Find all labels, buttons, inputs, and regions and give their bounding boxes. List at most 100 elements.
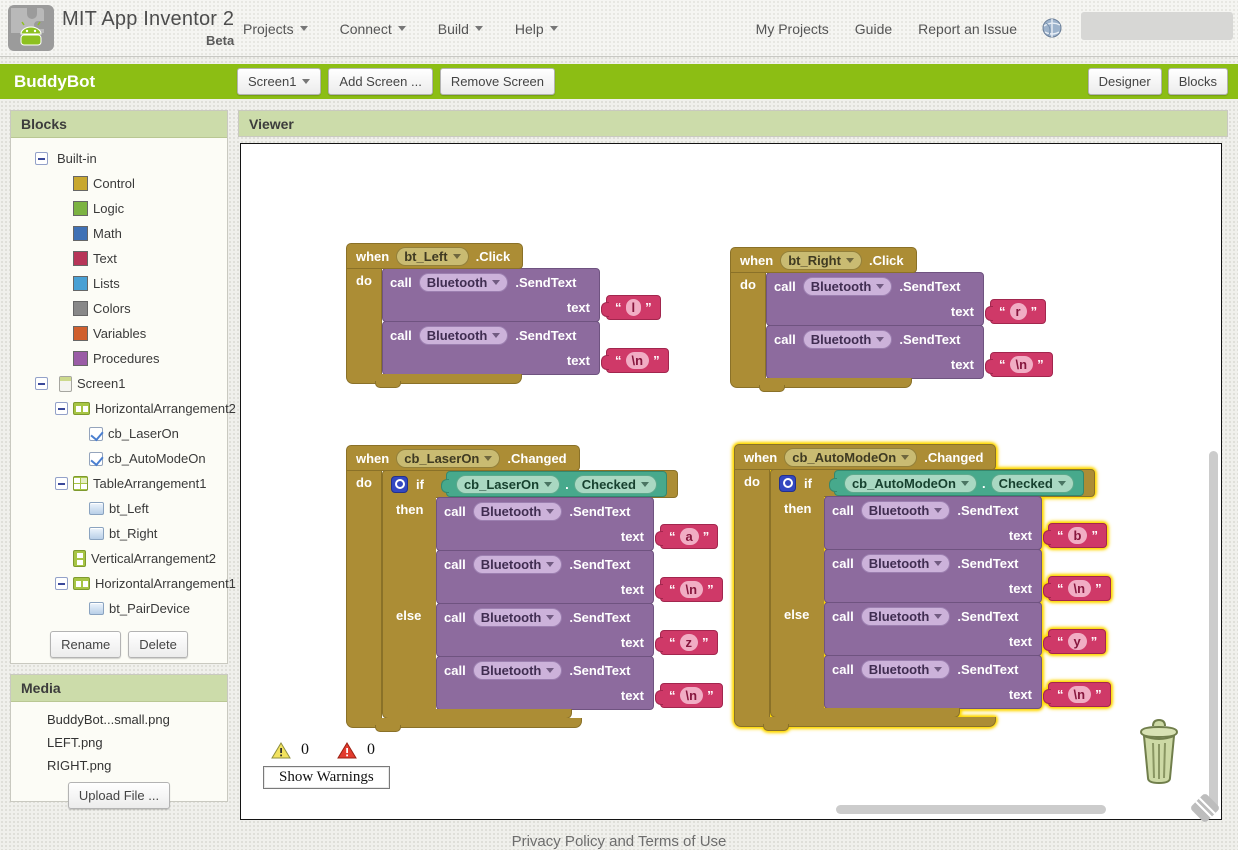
component-dropdown[interactable]: cb_AutoModeOn bbox=[784, 447, 918, 467]
palette-item-text[interactable]: Text bbox=[11, 246, 227, 271]
event-block-cb-laseron-changed[interactable]: when cb_LaserOn .Changed do if cb_LaserO… bbox=[346, 445, 723, 732]
text-string-block[interactable]: “ r ” bbox=[984, 299, 1047, 324]
trash-can-icon[interactable] bbox=[1129, 716, 1189, 793]
call-block[interactable]: call Bluetooth .SendText text “ bbox=[436, 656, 723, 710]
string-value[interactable]: \n bbox=[625, 352, 650, 369]
call-block[interactable]: call Bluetooth .SendText text “ bbox=[824, 549, 1111, 603]
account-name-redacted[interactable] bbox=[1081, 12, 1233, 40]
text-string-block[interactable]: “ a ” bbox=[654, 524, 719, 549]
text-string-block[interactable]: “ \n ” bbox=[1043, 576, 1111, 601]
tree-item-cb-automodeon[interactable]: cb_AutoModeOn bbox=[11, 446, 227, 471]
call-block[interactable]: call Bluetooth .SendText text “ \n ” bbox=[766, 325, 1053, 379]
palette-item-lists[interactable]: Lists bbox=[11, 271, 227, 296]
component-dropdown[interactable]: Bluetooth bbox=[860, 501, 951, 520]
language-globe-icon[interactable] bbox=[1042, 18, 1062, 43]
component-dropdown[interactable]: Bluetooth bbox=[802, 330, 893, 349]
event-block-cb-automodeon-changed[interactable]: when cb_AutoModeOn .Changed do if cb_Aut… bbox=[734, 444, 1111, 731]
string-value[interactable]: l bbox=[625, 299, 642, 316]
menu-build[interactable]: Build bbox=[438, 21, 483, 37]
collapse-toggle-icon[interactable] bbox=[55, 577, 68, 590]
text-string-block[interactable]: “ b ” bbox=[1043, 523, 1107, 548]
remove-screen-button[interactable]: Remove Screen bbox=[439, 68, 556, 95]
string-value[interactable]: \n bbox=[679, 581, 704, 598]
call-block[interactable]: call Bluetooth .SendText text “ bbox=[824, 496, 1107, 550]
rename-button[interactable]: Rename bbox=[50, 631, 122, 658]
link-report-an-issue[interactable]: Report an Issue bbox=[918, 21, 1017, 37]
media-file[interactable]: RIGHT.png bbox=[47, 758, 227, 773]
text-string-block[interactable]: “ \n ” bbox=[655, 683, 723, 708]
text-string-block[interactable]: “ \n ” bbox=[601, 348, 669, 373]
component-dropdown[interactable]: cb_LaserOn bbox=[455, 474, 561, 494]
string-value[interactable]: r bbox=[1009, 303, 1027, 320]
component-dropdown[interactable]: Bluetooth bbox=[860, 554, 951, 573]
tree-item-verticalarrangement2[interactable]: VerticalArrangement2 bbox=[11, 546, 227, 571]
menu-projects[interactable]: Projects bbox=[243, 21, 308, 37]
blocks-view-button[interactable]: Blocks bbox=[1167, 68, 1228, 95]
string-value[interactable]: \n bbox=[1067, 580, 1092, 597]
text-string-block[interactable]: “ z ” bbox=[655, 630, 718, 655]
tree-item-cb-laseron[interactable]: cb_LaserOn bbox=[11, 421, 227, 446]
palette-item-procedures[interactable]: Procedures bbox=[11, 346, 227, 371]
component-dropdown[interactable]: bt_Right bbox=[780, 250, 862, 270]
tree-item-horizontalarrangement1[interactable]: HorizontalArrangement1 bbox=[11, 571, 236, 596]
palette-item-variables[interactable]: Variables bbox=[11, 321, 227, 346]
horizontal-scrollbar-thumb[interactable] bbox=[836, 805, 1106, 814]
component-dropdown[interactable]: Bluetooth bbox=[860, 607, 951, 626]
string-value[interactable]: \n bbox=[1067, 686, 1092, 703]
call-block[interactable]: call Bluetooth .SendText text “ l ” bbox=[382, 268, 661, 322]
component-dropdown[interactable]: Bluetooth bbox=[418, 326, 509, 345]
if-block[interactable]: if cb_AutoModeOn . Checked then call Blu… bbox=[770, 469, 1111, 718]
collapse-toggle-icon[interactable] bbox=[35, 152, 48, 165]
text-string-block[interactable]: “ l ” bbox=[601, 295, 661, 320]
tree-item-tablearrangement1[interactable]: TableArrangement1 bbox=[11, 471, 227, 496]
call-block[interactable]: call Bluetooth .SendText text “ bbox=[436, 603, 718, 657]
event-block-bt-left-click[interactable]: when bt_Left .Click do call Bluetooth .S… bbox=[346, 243, 669, 388]
component-dropdown[interactable]: Bluetooth bbox=[472, 502, 563, 521]
collapse-toggle-icon[interactable] bbox=[55, 402, 68, 415]
palette-item-math[interactable]: Math bbox=[11, 221, 227, 246]
text-string-block[interactable]: “ \n ” bbox=[655, 577, 723, 602]
mutator-gear-icon[interactable] bbox=[391, 475, 408, 493]
menu-help[interactable]: Help bbox=[515, 21, 558, 37]
call-block[interactable]: call Bluetooth .SendText text “ bbox=[436, 497, 719, 551]
show-warnings-button[interactable]: Show Warnings bbox=[263, 766, 390, 789]
screen-selector-button[interactable]: Screen1 bbox=[237, 68, 322, 95]
vertical-scrollbar-thumb[interactable] bbox=[1209, 451, 1218, 813]
string-value[interactable]: \n bbox=[679, 687, 704, 704]
if-block[interactable]: if cb_LaserOn . Checked then call Blueto… bbox=[382, 470, 723, 719]
add-screen-button[interactable]: Add Screen ... bbox=[328, 68, 433, 95]
component-dropdown[interactable]: Bluetooth bbox=[472, 661, 563, 680]
checked-getter-block[interactable]: cb_AutoModeOn . Checked bbox=[828, 470, 1084, 496]
component-dropdown[interactable]: Bluetooth bbox=[418, 273, 509, 292]
property-dropdown[interactable]: Checked bbox=[990, 473, 1074, 493]
text-string-block[interactable]: “ \n ” bbox=[985, 352, 1053, 377]
string-value[interactable]: b bbox=[1067, 527, 1088, 544]
tree-item-horizontalarrangement2[interactable]: HorizontalArrangement2 bbox=[11, 396, 236, 421]
delete-button[interactable]: Delete bbox=[128, 631, 188, 658]
upload-file-button[interactable]: Upload File ... bbox=[67, 782, 171, 809]
tree-item-bt-left[interactable]: bt_Left bbox=[11, 496, 227, 521]
collapse-toggle-icon[interactable] bbox=[55, 477, 68, 490]
string-value[interactable]: a bbox=[679, 528, 699, 545]
component-dropdown[interactable]: cb_LaserOn bbox=[396, 448, 501, 468]
string-value[interactable]: z bbox=[679, 634, 698, 651]
call-block[interactable]: call Bluetooth .SendText text “ bbox=[824, 602, 1107, 656]
call-block[interactable]: call Bluetooth .SendText text “ r ” bbox=[766, 272, 1047, 326]
component-dropdown[interactable]: bt_Left bbox=[396, 246, 469, 266]
component-dropdown[interactable]: Bluetooth bbox=[860, 660, 951, 679]
component-dropdown[interactable]: Bluetooth bbox=[472, 608, 563, 627]
link-guide[interactable]: Guide bbox=[855, 21, 892, 37]
palette-item-logic[interactable]: Logic bbox=[11, 196, 227, 221]
footer-links[interactable]: Privacy Policy and Terms of Use bbox=[0, 833, 1238, 850]
mutator-gear-icon[interactable] bbox=[779, 474, 796, 492]
call-block[interactable]: call Bluetooth .SendText text “ \n ” bbox=[382, 321, 669, 375]
call-block[interactable]: call Bluetooth .SendText text “ bbox=[436, 550, 723, 604]
checked-getter-block[interactable]: cb_LaserOn . Checked bbox=[440, 471, 667, 497]
string-value[interactable]: y bbox=[1067, 633, 1087, 650]
component-dropdown[interactable]: Bluetooth bbox=[802, 277, 893, 296]
string-value[interactable]: \n bbox=[1009, 356, 1034, 373]
palette-item-colors[interactable]: Colors bbox=[11, 296, 227, 321]
component-dropdown[interactable]: cb_AutoModeOn bbox=[843, 473, 977, 493]
blocks-canvas[interactable]: when bt_Left .Click do call Bluetooth .S… bbox=[240, 143, 1222, 824]
palette-item-control[interactable]: Control bbox=[11, 171, 227, 196]
